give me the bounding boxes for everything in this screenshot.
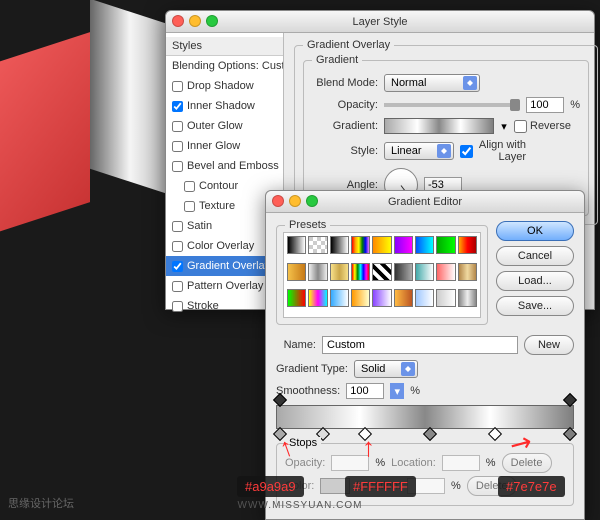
watermark-left: 思缘设计论坛	[8, 495, 74, 511]
preset-swatch[interactable]	[372, 236, 391, 254]
zoom-icon[interactable]	[206, 15, 218, 27]
preset-swatch[interactable]	[415, 236, 434, 254]
preset-swatch[interactable]	[394, 236, 413, 254]
color-stop[interactable]	[563, 427, 577, 441]
presets-grid[interactable]	[283, 232, 481, 318]
dropdown-icon[interactable]: ▾	[390, 383, 404, 399]
preset-swatch[interactable]	[458, 289, 477, 307]
ge-ok-button[interactable]: OK	[496, 221, 574, 241]
preset-swatch[interactable]	[394, 263, 413, 281]
opacity-slider[interactable]	[384, 103, 520, 107]
blend-mode-label: Blend Mode:	[312, 77, 378, 89]
preset-swatch[interactable]	[372, 263, 391, 281]
align-checkbox[interactable]: Align with Layer	[460, 139, 526, 163]
gradient-editor-titlebar[interactable]: Gradient Editor	[266, 191, 584, 213]
name-label: Name:	[276, 339, 316, 351]
preset-swatch[interactable]	[458, 236, 477, 254]
style-row-inner-shadow[interactable]: Inner Shadow	[166, 96, 283, 116]
blend-mode-select[interactable]: Normal	[384, 74, 480, 92]
preset-swatch[interactable]	[372, 289, 391, 307]
layer-style-title: Layer Style	[352, 16, 407, 28]
opacity-label: Opacity:	[312, 99, 378, 111]
stop-color-swatch[interactable]	[320, 478, 350, 494]
preset-swatch[interactable]	[308, 236, 327, 254]
style-row-outer-glow[interactable]: Outer Glow	[166, 116, 283, 136]
preset-swatch[interactable]	[436, 236, 455, 254]
window-controls[interactable]	[172, 15, 218, 27]
stop-location-input[interactable]	[442, 455, 480, 471]
chevron-updown-icon	[463, 76, 477, 90]
close-icon[interactable]	[172, 15, 184, 27]
preset-swatch[interactable]	[308, 289, 327, 307]
preset-swatch[interactable]	[330, 263, 349, 281]
color-stop[interactable]	[358, 427, 372, 441]
stop-opacity-input[interactable]	[331, 455, 369, 471]
style-label: Style:	[312, 145, 378, 157]
close-icon[interactable]	[272, 195, 284, 207]
smoothness-label: Smoothness:	[276, 385, 340, 397]
new-button[interactable]: New	[524, 335, 574, 355]
preset-swatch[interactable]	[351, 263, 370, 281]
gradient-editor-title: Gradient Editor	[388, 196, 462, 208]
panel-legend-outer: Gradient Overlay	[303, 39, 394, 51]
panel-legend-inner: Gradient	[312, 54, 362, 66]
stops-label: Stops	[285, 437, 321, 449]
style-row-bevel-and-emboss[interactable]: Bevel and Emboss	[166, 156, 283, 176]
preset-swatch[interactable]	[308, 263, 327, 281]
minimize-icon[interactable]	[289, 195, 301, 207]
name-input[interactable]	[322, 336, 518, 354]
preset-swatch[interactable]	[351, 289, 370, 307]
preset-swatch[interactable]	[330, 289, 349, 307]
style-row-inner-glow[interactable]: Inner Glow	[166, 136, 283, 156]
gradient-type-select[interactable]: Solid	[354, 360, 418, 378]
preset-swatch[interactable]	[330, 236, 349, 254]
stops-group: Stops Opacity: % Location: % Delete Colo…	[276, 443, 574, 506]
minimize-icon[interactable]	[189, 15, 201, 27]
preset-swatch[interactable]	[287, 289, 306, 307]
color-stop[interactable]	[488, 427, 502, 441]
delete-stop-button[interactable]: Delete	[502, 453, 552, 473]
watermark: WWW.MISSYUAN.COM	[0, 500, 600, 511]
preset-swatch[interactable]	[394, 289, 413, 307]
preset-swatch[interactable]	[436, 289, 455, 307]
preset-swatch[interactable]	[287, 236, 306, 254]
layer-style-titlebar[interactable]: Layer Style	[166, 11, 594, 33]
smoothness-input[interactable]	[346, 383, 384, 399]
presets-label: Presets	[285, 219, 330, 231]
ge-save-button[interactable]: Save...	[496, 296, 574, 316]
preset-swatch[interactable]	[415, 289, 434, 307]
opacity-input[interactable]	[526, 97, 564, 113]
window-controls[interactable]	[272, 195, 318, 207]
gradient-bar[interactable]	[276, 405, 574, 429]
gradient-editor-window: Gradient Editor Presets OK Cancel Load..…	[265, 190, 585, 520]
style-row-drop-shadow[interactable]: Drop Shadow	[166, 76, 283, 96]
ge-cancel-button[interactable]: Cancel	[496, 246, 574, 266]
stop-location-input[interactable]	[407, 478, 445, 494]
blending-options-row[interactable]: Blending Options: Custom	[166, 56, 283, 76]
chevron-updown-icon	[401, 362, 415, 376]
preset-swatch[interactable]	[436, 263, 455, 281]
preset-swatch[interactable]	[458, 263, 477, 281]
zoom-icon[interactable]	[306, 195, 318, 207]
ge-load-button[interactable]: Load...	[496, 271, 574, 291]
gradient-dropdown-icon[interactable]: ▾	[500, 120, 508, 133]
color-stop[interactable]	[423, 427, 437, 441]
gradient-type-label: Gradient Type:	[276, 363, 348, 375]
reverse-checkbox[interactable]: Reverse	[514, 120, 580, 133]
gradient-label: Gradient:	[312, 120, 378, 132]
style-select[interactable]: Linear	[384, 142, 454, 160]
delete-stop-button[interactable]: Delete	[467, 476, 517, 496]
preset-swatch[interactable]	[415, 263, 434, 281]
preset-swatch[interactable]	[351, 236, 370, 254]
background-cube	[0, 10, 180, 290]
chevron-updown-icon	[437, 144, 451, 158]
preset-swatch[interactable]	[287, 263, 306, 281]
styles-header[interactable]: Styles	[166, 37, 283, 56]
gradient-swatch[interactable]	[384, 118, 494, 134]
